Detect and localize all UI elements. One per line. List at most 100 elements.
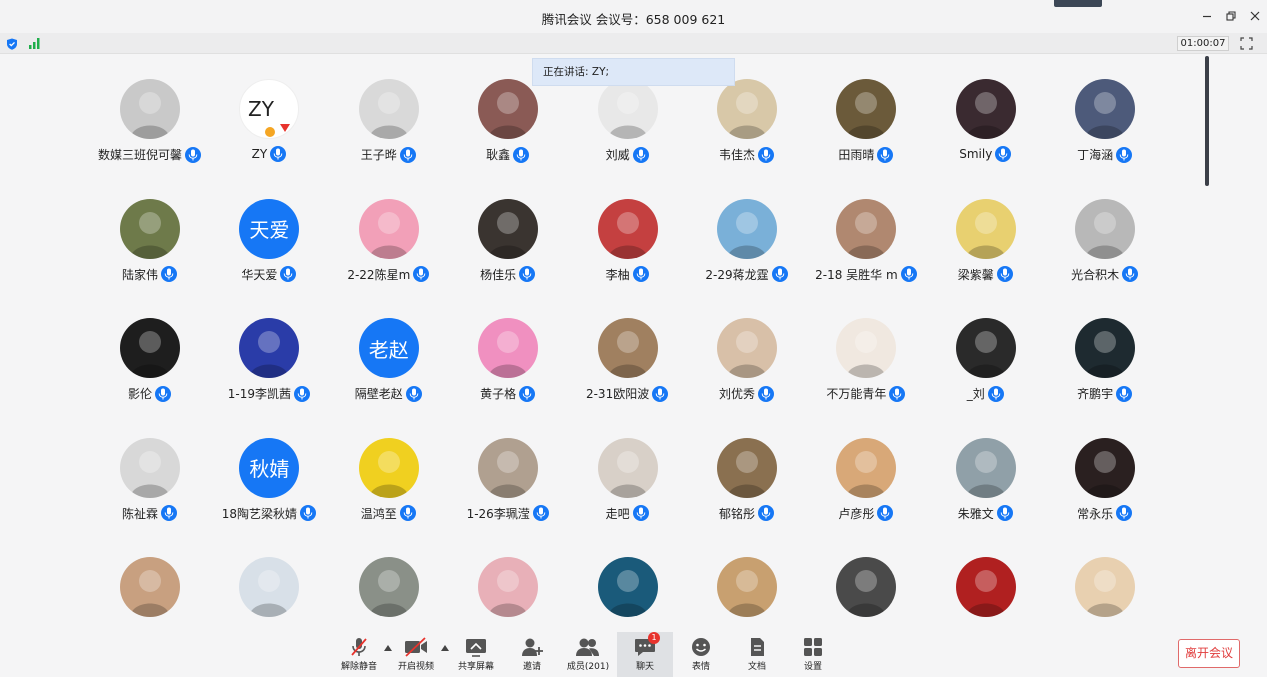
mic-icon (1116, 505, 1133, 521)
profile-photo (249, 570, 290, 617)
avatar (836, 318, 897, 378)
mic-icon (996, 266, 1013, 282)
emoji-button[interactable]: 表情 (673, 632, 729, 677)
participant-tile[interactable]: 光合积木 (1045, 198, 1164, 309)
participant-name: 华天爱 (241, 267, 278, 282)
members-icon (576, 638, 599, 656)
leave-meeting-button[interactable]: 离开会议 (1178, 639, 1240, 668)
participant-tile[interactable]: 李柚 (568, 198, 687, 309)
docs-button[interactable]: 文档 (729, 632, 785, 677)
participant-tile[interactable] (329, 557, 448, 627)
profile-photo (727, 331, 767, 378)
chat-button[interactable]: 1 聊天 (617, 632, 673, 677)
unmute-label: 解除静音 (340, 662, 377, 672)
participant-tile[interactable]: Smily (926, 79, 1045, 189)
participant-name: 1-26李珮滢 (466, 506, 530, 521)
participant-name: 卢彦彤 (838, 506, 875, 521)
mic-icon (652, 385, 669, 402)
participant-tile[interactable] (90, 557, 209, 627)
avatar (1075, 557, 1136, 617)
participant-tile[interactable]: 杨佳乐 (448, 198, 567, 309)
participant-tile[interactable]: 影伦 (90, 318, 209, 428)
mic-icon (161, 505, 177, 521)
participant-tile[interactable]: 陆家伟 (90, 198, 209, 309)
mic-icon (405, 385, 422, 402)
participant-tile[interactable]: 数媒三班倪可馨 (90, 79, 209, 189)
participant-tile[interactable]: 刘优秀 (687, 318, 806, 428)
participant-tile[interactable]: 秋婧 18陶艺梁秋婧 (209, 437, 328, 548)
participant-tile[interactable]: 1-19李凯茜 (209, 318, 328, 428)
profile-photo (1085, 92, 1126, 139)
close-icon[interactable] (1248, 9, 1262, 23)
participant-name: 陆家伟 (121, 267, 158, 282)
avatar (120, 198, 180, 259)
participant-tile[interactable]: 梁紫馨 (926, 198, 1045, 309)
grid-scrollbar[interactable] (1205, 56, 1209, 186)
participant-name: 杨佳乐 (480, 267, 517, 282)
settings-button[interactable]: 设置 (785, 632, 841, 677)
participant-tile[interactable]: 卢彦彤 (806, 437, 925, 548)
participant-tile[interactable]: 黄子格 (448, 318, 567, 428)
participant-tile[interactable] (568, 557, 687, 627)
unmute-button[interactable]: 解除静音 (331, 632, 387, 677)
participant-tile[interactable]: 2-31欧阳波 (568, 318, 687, 428)
participant-tile[interactable]: 田雨晴 (806, 79, 925, 189)
participant-tile[interactable] (1045, 557, 1164, 627)
participant-name: _刘 (966, 387, 985, 401)
mic-icon (513, 146, 530, 163)
participant-tile[interactable]: 朱雅文 (926, 437, 1045, 548)
participant-tile[interactable] (687, 557, 806, 627)
participant-tile[interactable]: 常永乐 (1045, 437, 1164, 548)
participant-name: 王子晔 (360, 148, 397, 162)
participant-tile[interactable]: 郁铭彤 (687, 437, 806, 548)
participant-tile[interactable] (926, 557, 1045, 627)
profile-photo (965, 450, 1006, 498)
mic-icon (771, 266, 788, 282)
avatar (120, 557, 180, 617)
participant-tile[interactable]: 丁海涵 (1045, 79, 1164, 189)
profile-photo (488, 331, 529, 378)
participant-tile[interactable]: 走吧 (568, 437, 687, 548)
participant-tile[interactable]: 2-18 吴胜华 m (806, 198, 925, 309)
invite-button[interactable]: 邀请 (504, 632, 560, 677)
participant-tile[interactable]: 天爱 华天爱 (209, 198, 328, 309)
mic-icon (758, 505, 774, 521)
share-screen-button[interactable]: 共享屏幕 (448, 632, 504, 677)
participant-tile[interactable]: 王子晔 (329, 79, 448, 189)
profile-photo (488, 570, 529, 617)
participant-tile[interactable]: 温鸿至 (329, 437, 448, 548)
participant-tile[interactable]: 陈祉霖 (90, 437, 209, 548)
participant-tile[interactable]: 齐鹏宇 (1045, 318, 1164, 428)
participant-tile[interactable]: 2-22陈星m (329, 198, 448, 309)
participant-tile[interactable]: ZY ZY (209, 79, 328, 189)
participant-tile[interactable]: _刘 (926, 318, 1045, 428)
security-shield-icon[interactable] (6, 38, 18, 50)
participant-tile[interactable] (209, 557, 328, 627)
avatar (239, 318, 300, 378)
avatar (478, 198, 539, 259)
participant-tile[interactable]: 2-29蒋龙霆 (687, 198, 806, 309)
signal-strength-icon[interactable] (28, 37, 42, 49)
participant-tile[interactable]: 老赵 隔壁老赵 (329, 318, 448, 428)
mic-icon (161, 266, 177, 282)
floating-bar-handle[interactable] (1054, 0, 1102, 7)
participant-name: 耿鑫 (486, 148, 511, 162)
participant-tile[interactable]: 刘威 (568, 79, 687, 189)
participant-tile[interactable]: 1-26李珮滢 (448, 437, 567, 548)
minimize-icon[interactable] (1200, 9, 1214, 23)
profile-photo (965, 92, 1006, 139)
participant-tile[interactable] (448, 557, 567, 627)
participant-tile[interactable]: 耿鑫 (448, 79, 567, 189)
start-video-button[interactable]: 开启视频 (388, 632, 444, 677)
participant-name: 走吧 (605, 506, 630, 521)
members-button[interactable]: 成员(201) (560, 632, 616, 677)
avatar (955, 198, 1016, 259)
participant-tile[interactable]: 不万能青年 (806, 318, 925, 428)
participant-name: 梁紫馨 (957, 267, 994, 282)
participant-name: 2-31欧阳波 (585, 387, 650, 401)
fullscreen-icon[interactable] (1240, 37, 1253, 50)
participant-tile[interactable] (806, 557, 925, 627)
restore-icon[interactable] (1224, 9, 1238, 23)
profile-photo (488, 211, 529, 259)
participant-tile[interactable]: 韦佳杰 (687, 79, 806, 189)
